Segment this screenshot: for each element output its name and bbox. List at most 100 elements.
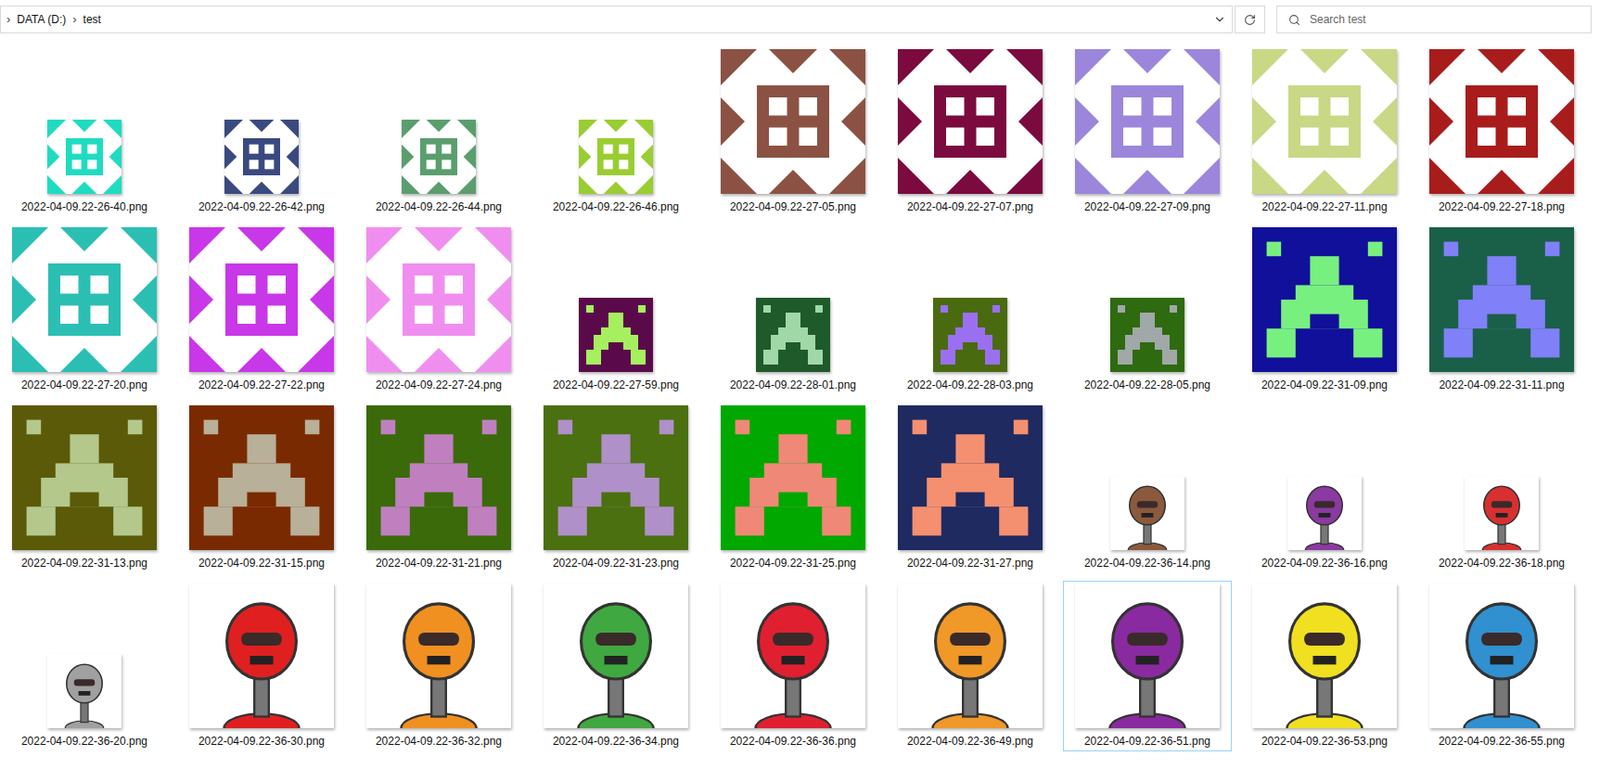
file-item[interactable]: 2022-04-09.22-36-18.png — [1417, 402, 1587, 574]
file-item[interactable]: 2022-04-09.22-31-11.png — [1417, 224, 1587, 396]
thumbnail-area — [1063, 225, 1231, 372]
file-item[interactable]: 2022-04-09.22-31-09.png — [1240, 224, 1409, 396]
file-item[interactable]: 2022-04-09.22-27-20.png — [0, 224, 169, 396]
thumbnail-area — [709, 581, 877, 729]
thumbnail — [401, 119, 476, 194]
file-item[interactable]: 2022-04-09.22-27-24.png — [354, 224, 524, 396]
breadcrumb[interactable]: ›test — [68, 10, 104, 29]
file-item[interactable]: 2022-04-09.22-36-16.png — [1240, 402, 1409, 574]
invader-image — [189, 405, 334, 551]
thumbnail — [224, 119, 299, 194]
thumbnail-area — [1418, 581, 1586, 729]
file-item[interactable]: 2022-04-09.22-31-21.png — [354, 402, 524, 574]
identicon-image — [1075, 49, 1220, 194]
file-item[interactable]: 2022-04-09.22-31-13.png — [0, 402, 169, 574]
thumbnail — [1429, 583, 1575, 729]
thumbnail — [578, 297, 653, 372]
thumbnail — [366, 227, 512, 372]
breadcrumb-label[interactable]: DATA (D:) — [13, 11, 69, 28]
robot-image — [366, 583, 512, 729]
file-item[interactable]: 2022-04-09.22-36-32.png — [354, 580, 524, 752]
file-item[interactable]: 2022-04-09.22-27-59.png — [531, 224, 701, 396]
file-item[interactable]: 2022-04-09.22-36-30.png — [177, 580, 346, 752]
breadcrumb[interactable]: ›DATA (D:) — [2, 10, 69, 29]
address-bar[interactable]: ›DATA (D:)›test — [0, 5, 1233, 34]
thumbnail — [12, 405, 157, 551]
file-item[interactable]: 2022-04-09.22-26-46.png — [531, 46, 701, 218]
thumbnail-area — [1063, 47, 1231, 194]
invader-image — [543, 405, 689, 551]
file-item[interactable]: 2022-04-09.22-36-55.png — [1417, 580, 1587, 752]
thumbnail-area — [1241, 403, 1408, 551]
file-name: 2022-04-09.22-28-01.png — [729, 377, 857, 393]
file-explorer: ›DATA (D:)›testSearch test2022-04-09.22-… — [0, 0, 1600, 769]
identicon-image — [189, 227, 334, 372]
thumbnail — [366, 405, 512, 551]
file-item[interactable]: 2022-04-09.22-36-49.png — [885, 580, 1055, 752]
file-item[interactable]: 2022-04-09.22-28-03.png — [885, 224, 1055, 396]
file-item[interactable]: 2022-04-09.22-27-11.png — [1240, 46, 1409, 218]
chevron-icon: › — [2, 10, 14, 29]
thumbnail — [897, 583, 1043, 729]
file-item[interactable]: 2022-04-09.22-31-15.png — [177, 402, 346, 574]
file-name: 2022-04-09.22-27-20.png — [21, 377, 148, 393]
file-item[interactable]: 2022-04-09.22-36-36.png — [708, 580, 878, 752]
file-item[interactable]: 2022-04-09.22-27-07.png — [885, 46, 1055, 218]
chevron-icon: › — [68, 10, 80, 29]
robot-image — [1252, 583, 1397, 729]
file-name: 2022-04-09.22-27-59.png — [552, 377, 679, 393]
thumbnail — [1075, 583, 1220, 729]
file-item[interactable]: 2022-04-09.22-36-20.png — [0, 580, 169, 752]
identicon-image — [720, 49, 866, 194]
thumbnail — [189, 405, 334, 551]
file-name: 2022-04-09.22-36-32.png — [375, 733, 502, 749]
file-name: 2022-04-09.22-36-18.png — [1438, 555, 1565, 571]
thumbnail — [578, 119, 653, 194]
file-item[interactable]: 2022-04-09.22-36-14.png — [1062, 402, 1232, 574]
file-item[interactable]: 2022-04-09.22-36-34.png — [531, 580, 701, 752]
thumbnail — [1429, 227, 1575, 372]
robot-image — [897, 583, 1043, 729]
refresh-button[interactable] — [1234, 5, 1266, 34]
robot-image — [1075, 583, 1220, 729]
thumbnail — [1287, 475, 1362, 551]
thumbnail — [1252, 583, 1397, 729]
thumbnail-area — [1241, 225, 1408, 372]
thumbnail — [543, 405, 689, 551]
file-item[interactable]: 2022-04-09.22-27-05.png — [708, 46, 878, 218]
file-name: 2022-04-09.22-31-09.png — [1261, 377, 1388, 393]
file-name: 2022-04-09.22-36-36.png — [729, 733, 857, 749]
invader-image — [755, 297, 831, 372]
file-item[interactable]: 2022-04-09.22-31-23.png — [531, 402, 701, 574]
file-name: 2022-04-09.22-31-25.png — [729, 555, 857, 571]
search-box[interactable]: Search test — [1276, 5, 1592, 34]
file-item[interactable]: 2022-04-09.22-31-25.png — [708, 402, 878, 574]
thumbnail-area — [178, 225, 346, 372]
identicon-image — [12, 227, 157, 372]
file-item[interactable]: 2022-04-09.22-26-44.png — [354, 46, 524, 218]
file-item[interactable]: 2022-04-09.22-31-27.png — [885, 402, 1055, 574]
file-item[interactable]: 2022-04-09.22-28-01.png — [708, 224, 878, 396]
thumbnail-area — [1241, 47, 1408, 194]
file-item[interactable]: 2022-04-09.22-26-42.png — [177, 46, 346, 218]
invader-image — [366, 405, 512, 551]
file-item[interactable]: 2022-04-09.22-27-22.png — [177, 224, 346, 396]
file-item[interactable]: 2022-04-09.22-26-40.png — [0, 46, 169, 218]
thumbnail — [897, 405, 1043, 551]
file-item[interactable]: 2022-04-09.22-28-05.png — [1062, 224, 1232, 396]
thumbnail — [720, 49, 866, 194]
invader-image — [1429, 227, 1575, 372]
dropdown-icon[interactable] — [1213, 12, 1227, 26]
file-item[interactable]: 2022-04-09.22-27-18.png — [1417, 46, 1587, 218]
file-item[interactable]: 2022-04-09.22-27-09.png — [1062, 46, 1232, 218]
file-name: 2022-04-09.22-26-42.png — [198, 199, 325, 215]
file-name: 2022-04-09.22-28-03.png — [907, 377, 1034, 393]
breadcrumb-label[interactable]: test — [80, 11, 104, 28]
file-grid: 2022-04-09.22-26-40.png 2022-04-09.22-26-… — [0, 35, 1600, 752]
file-item[interactable]: 2022-04-09.22-36-53.png — [1240, 580, 1409, 752]
file-item[interactable]: 2022-04-09.22-36-51.png — [1062, 580, 1232, 752]
identicon-image — [897, 49, 1043, 194]
thumbnail-area — [1418, 403, 1586, 551]
thumbnail-area — [1418, 225, 1586, 372]
robot-image — [189, 583, 334, 729]
